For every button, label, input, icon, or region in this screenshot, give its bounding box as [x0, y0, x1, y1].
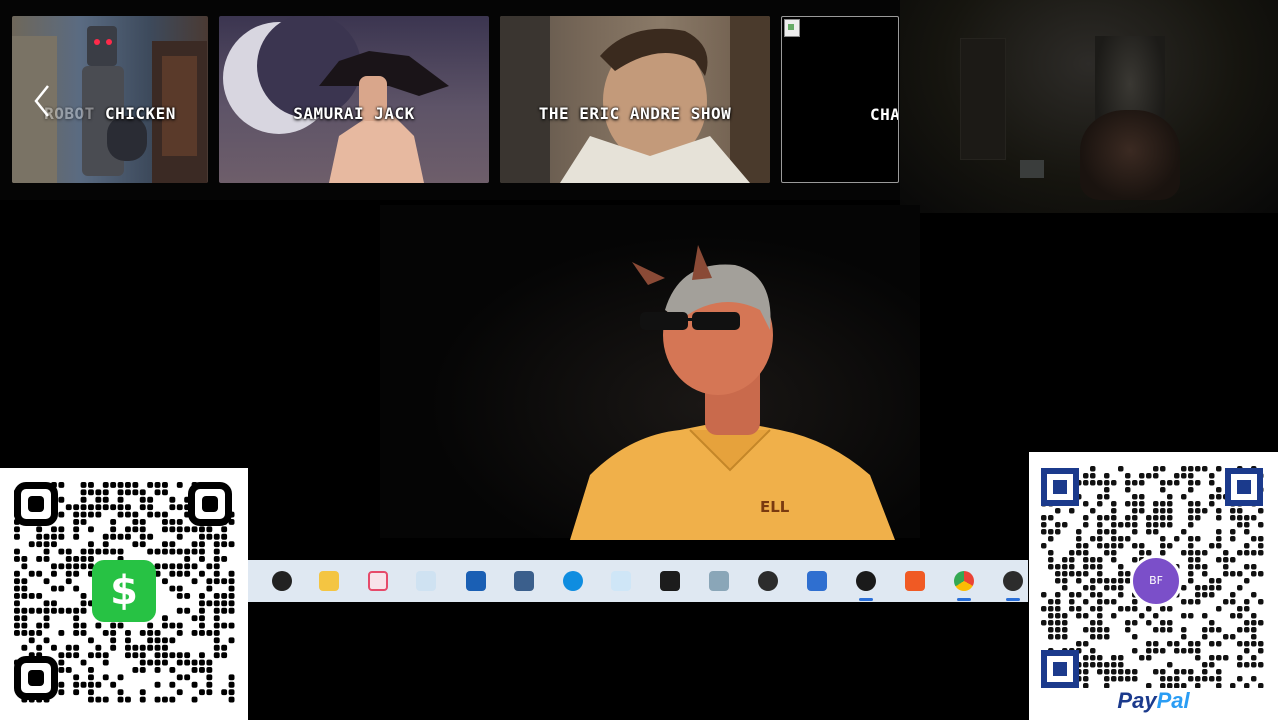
- device-icon[interactable]: [704, 566, 734, 596]
- chevron-left-icon[interactable]: [28, 82, 58, 120]
- edge-browser-icon[interactable]: [558, 566, 588, 596]
- shirt-logo: ELL: [760, 498, 790, 516]
- avatar: BF: [1130, 555, 1182, 607]
- obs-icon[interactable]: [753, 566, 783, 596]
- eric-andre-artwork: [500, 16, 770, 183]
- qr-finder: [1225, 468, 1263, 506]
- show-card-samurai-jack[interactable]: SAMURAI JACK: [219, 16, 489, 183]
- network-computer-icon[interactable]: [802, 566, 832, 596]
- qr-finder: [1041, 468, 1079, 506]
- paypal-qr-code: BF PayPal: [1029, 452, 1278, 720]
- paint-icon[interactable]: [363, 566, 393, 596]
- samurai-jack-artwork: [223, 16, 449, 183]
- calculator-icon[interactable]: [509, 566, 539, 596]
- qr-finder: [14, 482, 58, 526]
- paypal-logo: PayPal: [1117, 688, 1190, 713]
- show-card-partial[interactable]: CHA: [781, 16, 899, 183]
- stock-chart-icon[interactable]: [461, 566, 491, 596]
- show-card-title: CHA: [870, 105, 898, 124]
- video-subject: ELL: [570, 245, 895, 540]
- obs-alt-icon[interactable]: [998, 566, 1028, 601]
- terminal-icon[interactable]: [655, 566, 685, 596]
- show-carousel: ROBOT CHICKEN SAMURAI JACK THE ERIC ANDR…: [0, 0, 900, 200]
- show-card-eric-andre[interactable]: THE ERIC ANDRE SHOW: [500, 16, 770, 183]
- webcam-monitor: [1020, 160, 1044, 178]
- broken-image-icon: [784, 19, 800, 37]
- cashapp-logo: $: [92, 560, 156, 622]
- webcam-person: [1080, 110, 1180, 200]
- network-icon[interactable]: [606, 566, 636, 596]
- webcam-feed: [900, 0, 1278, 213]
- qr-finder: [188, 482, 232, 526]
- qr-finder: [14, 656, 58, 700]
- show-card-title: THE ERIC ANDRE SHOW: [538, 104, 732, 123]
- media-player-icon[interactable]: [851, 566, 881, 601]
- file-explorer-icon[interactable]: [314, 566, 344, 596]
- paint-brush-icon[interactable]: [411, 566, 441, 596]
- qr-finder: [1041, 650, 1079, 688]
- show-card-title: SAMURAI JACK: [293, 104, 415, 123]
- brave-browser-icon[interactable]: [900, 566, 930, 596]
- chrome-browser-icon[interactable]: [949, 566, 979, 601]
- cashapp-qr-code: $: [0, 468, 248, 720]
- taskbar: [248, 560, 1028, 602]
- black-blob-icon[interactable]: [267, 566, 297, 596]
- webcam-door: [960, 38, 1006, 160]
